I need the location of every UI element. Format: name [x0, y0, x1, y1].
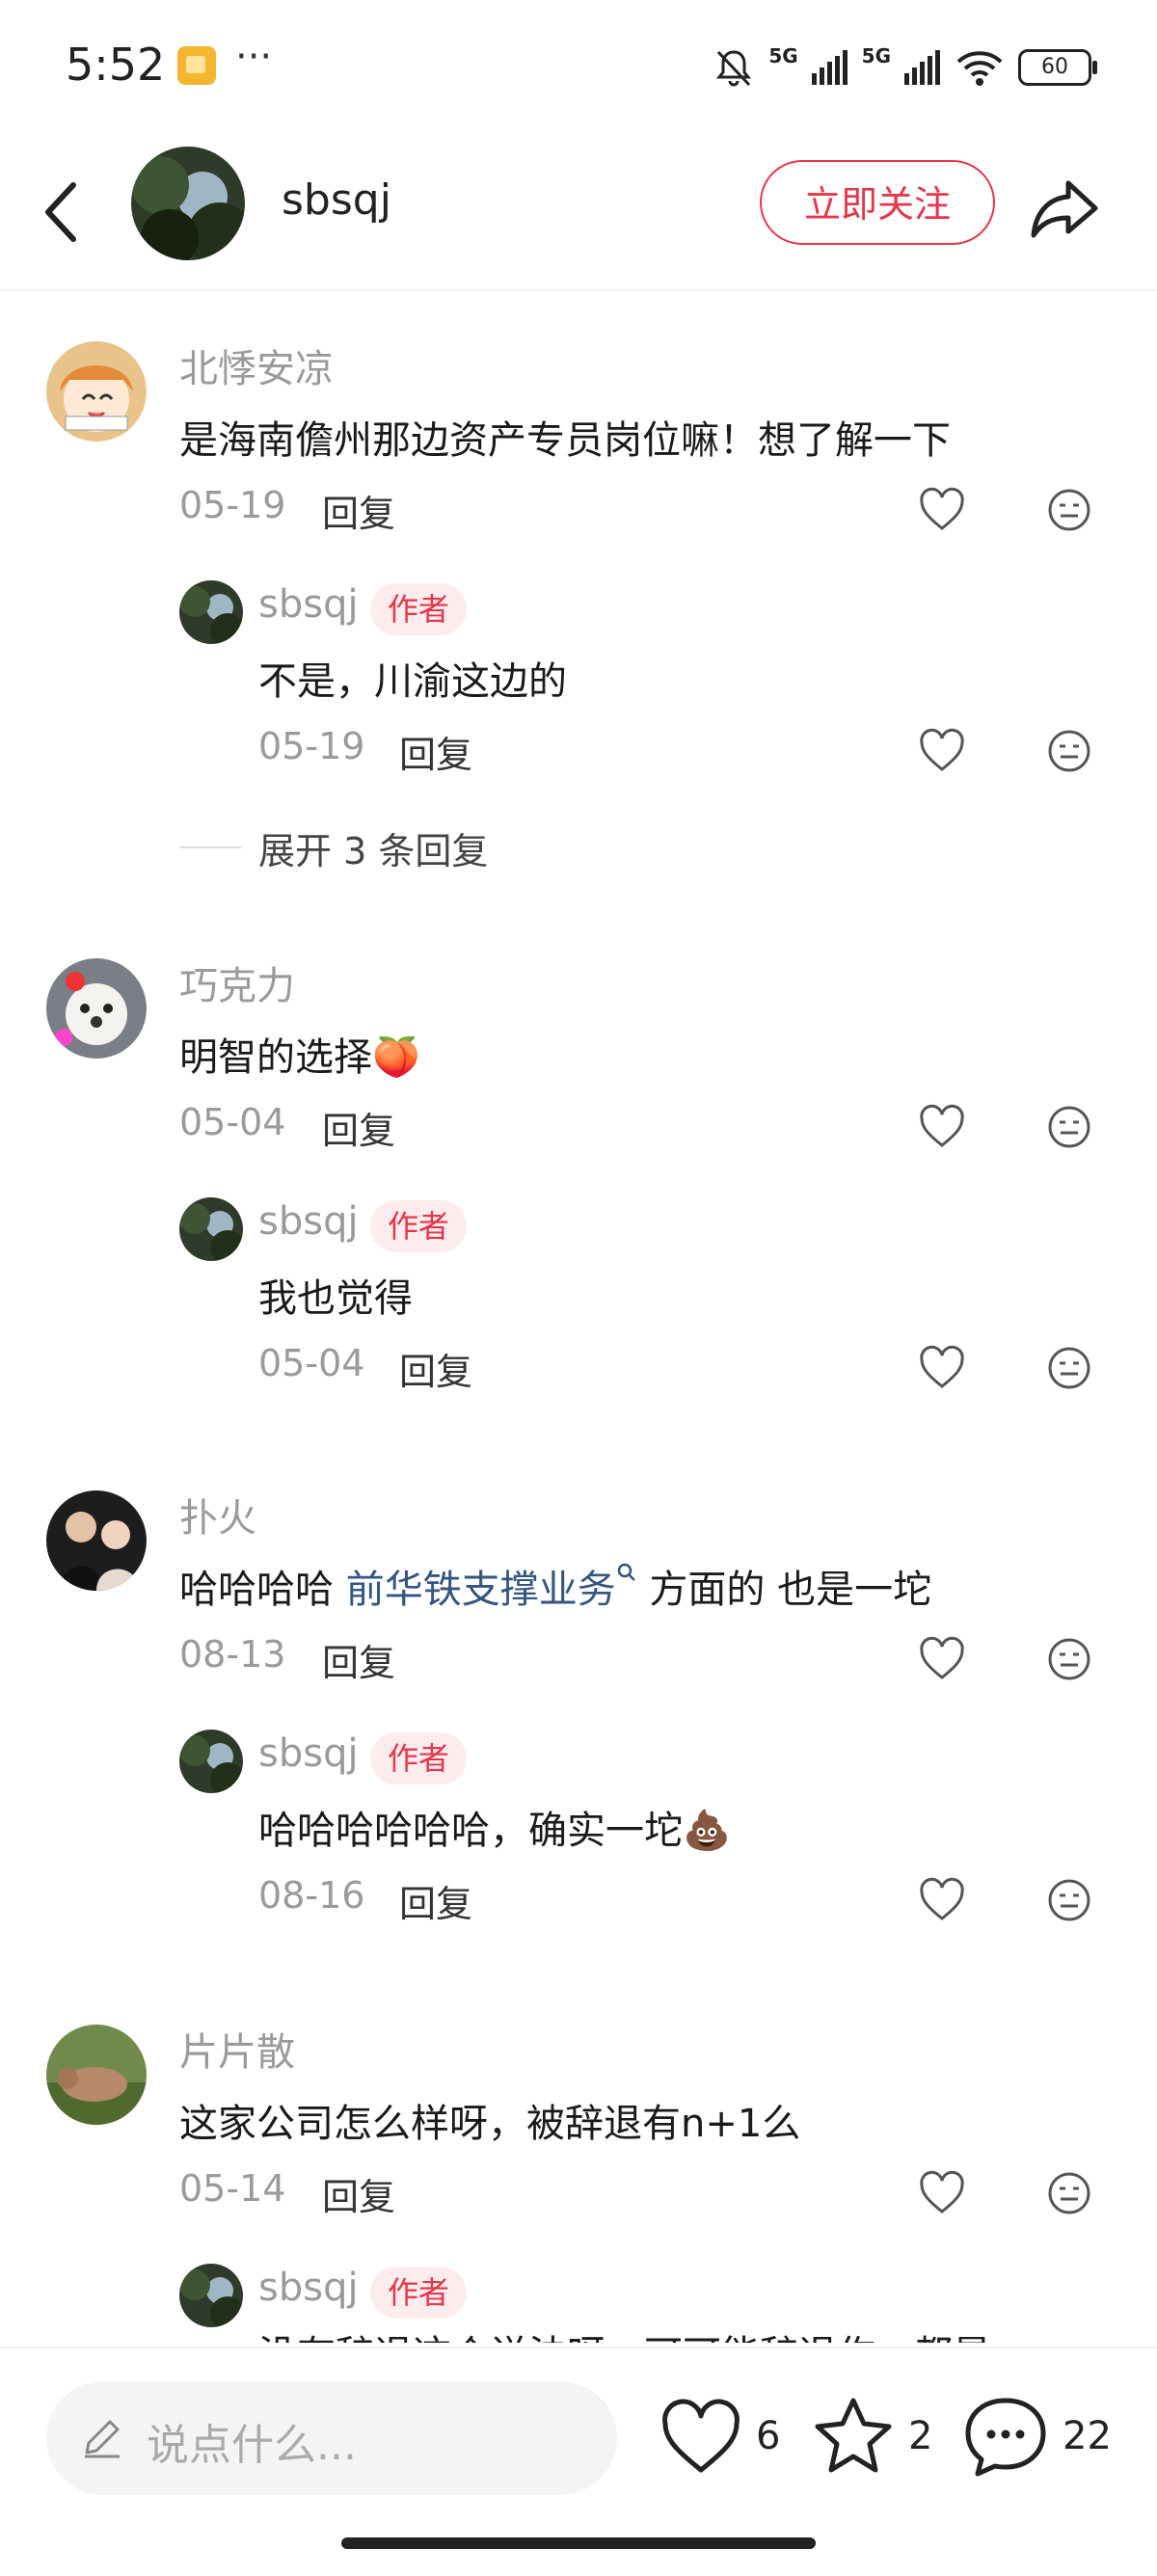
heart-icon[interactable] [918, 1635, 966, 1683]
user-avatar[interactable] [46, 341, 147, 442]
reply-text[interactable]: 没有辞退这个说法呀，可可能辞退作，都是 [258, 2323, 991, 2343]
reply-username[interactable]: sbsqj [258, 1731, 359, 1776]
follow-button[interactable]: 立即关注 [760, 160, 995, 245]
reply-date: 05-19 [258, 725, 365, 767]
reply-avatar[interactable] [179, 2264, 243, 2327]
reply-date: 05-04 [258, 1342, 365, 1384]
reply-button[interactable]: 回复 [322, 1633, 395, 1686]
search-keyword-link[interactable]: 前华铁支撑业务 [346, 1568, 616, 1612]
heart-icon[interactable] [918, 727, 966, 775]
emoji-reaction-icon[interactable] [1045, 1635, 1093, 1683]
poop-emoji: 💩 [683, 1809, 731, 1853]
reply-avatar[interactable] [179, 1197, 243, 1261]
expand-replies-button[interactable]: 展开 3 条回复 [258, 821, 488, 874]
comment-date: 05-04 [179, 1101, 286, 1143]
reply-button[interactable]: 回复 [322, 484, 395, 537]
reply-username[interactable]: sbsqj [258, 582, 359, 627]
comment-text[interactable]: 哈哈哈哈 前华铁支撑业务 方面的 也是一坨 [179, 1558, 931, 1614]
share-icon[interactable] [1026, 170, 1103, 247]
reply-text[interactable]: 不是，川渝这边的 [258, 650, 567, 706]
reply-button[interactable]: 回复 [399, 725, 472, 778]
wifi-icon [956, 51, 1003, 86]
expand-divider [179, 846, 241, 848]
signal-icon [811, 50, 848, 85]
reply-avatar[interactable] [179, 1730, 243, 1793]
heart-icon[interactable] [918, 2169, 966, 2217]
reply-username[interactable]: sbsqj [258, 1199, 359, 1244]
reply-button[interactable]: 回复 [399, 1874, 472, 1927]
heart-icon[interactable] [918, 1103, 966, 1151]
app-notification-icon [177, 46, 216, 85]
heart-icon[interactable] [918, 1876, 966, 1924]
comment-input[interactable]: 说点什么... [46, 2381, 617, 2495]
like-count: 6 [756, 2414, 781, 2458]
author-avatar[interactable] [131, 147, 245, 260]
user-avatar[interactable] [46, 1490, 147, 1591]
back-icon[interactable] [35, 174, 93, 251]
heart-icon[interactable] [659, 2397, 742, 2480]
comment-input-placeholder: 说点什么... [147, 2421, 357, 2470]
reply-username[interactable]: sbsqj [258, 2266, 359, 2310]
emoji-reaction-icon[interactable] [1045, 2169, 1093, 2217]
battery-icon: 60 [1018, 49, 1097, 86]
reply-avatar[interactable] [179, 580, 243, 644]
comment-date: 08-13 [179, 1633, 286, 1676]
peach-emoji: 🍑 [372, 1035, 420, 1080]
reply-button[interactable]: 回复 [322, 1101, 395, 1154]
comment-count: 22 [1063, 2414, 1112, 2458]
star-count: 2 [908, 2414, 933, 2458]
reply-text[interactable]: 哈哈哈哈哈哈，确实一坨💩 [258, 1799, 731, 1855]
status-bar: 5:52 ··· 5G 5G 60 [0, 0, 1157, 135]
emoji-reaction-icon[interactable] [1045, 1344, 1093, 1392]
heart-icon[interactable] [918, 486, 966, 534]
star-icon[interactable] [810, 2393, 897, 2480]
user-avatar[interactable] [46, 958, 147, 1059]
author-badge: 作者 [370, 1732, 468, 1784]
emoji-reaction-icon[interactable] [1045, 1103, 1093, 1151]
reply-button[interactable]: 回复 [322, 2167, 395, 2220]
comment-date: 05-14 [179, 2167, 286, 2210]
network-type-1: 5G [768, 44, 798, 67]
reply-text[interactable]: 我也觉得 [258, 1267, 413, 1323]
top-nav-bar: sbsqj 立即关注 [0, 135, 1157, 291]
comment-text[interactable]: 这家公司怎么样呀，被辞退有n+1么 [179, 2092, 800, 2148]
pencil-icon [85, 2420, 120, 2458]
emoji-reaction-icon[interactable] [1045, 727, 1093, 775]
status-time: 5:52 [66, 39, 166, 91]
comment-bubble-icon[interactable] [962, 2393, 1049, 2480]
search-icon[interactable] [616, 1562, 637, 1583]
user-avatar[interactable] [46, 2025, 147, 2125]
mute-bell-icon [716, 50, 752, 87]
emoji-reaction-icon[interactable] [1045, 1876, 1093, 1924]
signal-icon [904, 50, 940, 85]
heart-icon[interactable] [918, 1344, 966, 1392]
bottom-action-bar: 说点什么... 6 2 22 [0, 2347, 1157, 2576]
author-badge: 作者 [370, 1200, 468, 1252]
home-indicator[interactable] [341, 2537, 816, 2549]
comment-text[interactable]: 是海南儋州那边资产专员岗位嘛！想了解一下 [179, 409, 951, 465]
comment-username[interactable]: 片片散 [179, 2021, 295, 2077]
author-name[interactable]: sbsqj [282, 175, 391, 225]
reply-date: 08-16 [258, 1874, 365, 1917]
comment-username[interactable]: 巧克力 [179, 954, 295, 1010]
author-badge: 作者 [370, 2267, 468, 2319]
comment-date: 05-19 [179, 484, 286, 526]
comment-text[interactable]: 明智的选择🍑 [179, 1026, 420, 1082]
network-type-2: 5G [861, 44, 891, 67]
emoji-reaction-icon[interactable] [1045, 486, 1093, 534]
comment-list: 北悸安凉 是海南儋州那边资产专员岗位嘛！想了解一下 05-19 回复 sbsqj… [0, 289, 1157, 2343]
author-badge: 作者 [370, 583, 468, 635]
comment-username[interactable]: 扑火 [179, 1487, 256, 1543]
reply-button[interactable]: 回复 [399, 1342, 472, 1395]
comment-username[interactable]: 北悸安凉 [179, 337, 334, 393]
more-notifications-icon: ··· [235, 35, 273, 79]
status-indicators: 5G 5G 60 [713, 39, 1097, 96]
